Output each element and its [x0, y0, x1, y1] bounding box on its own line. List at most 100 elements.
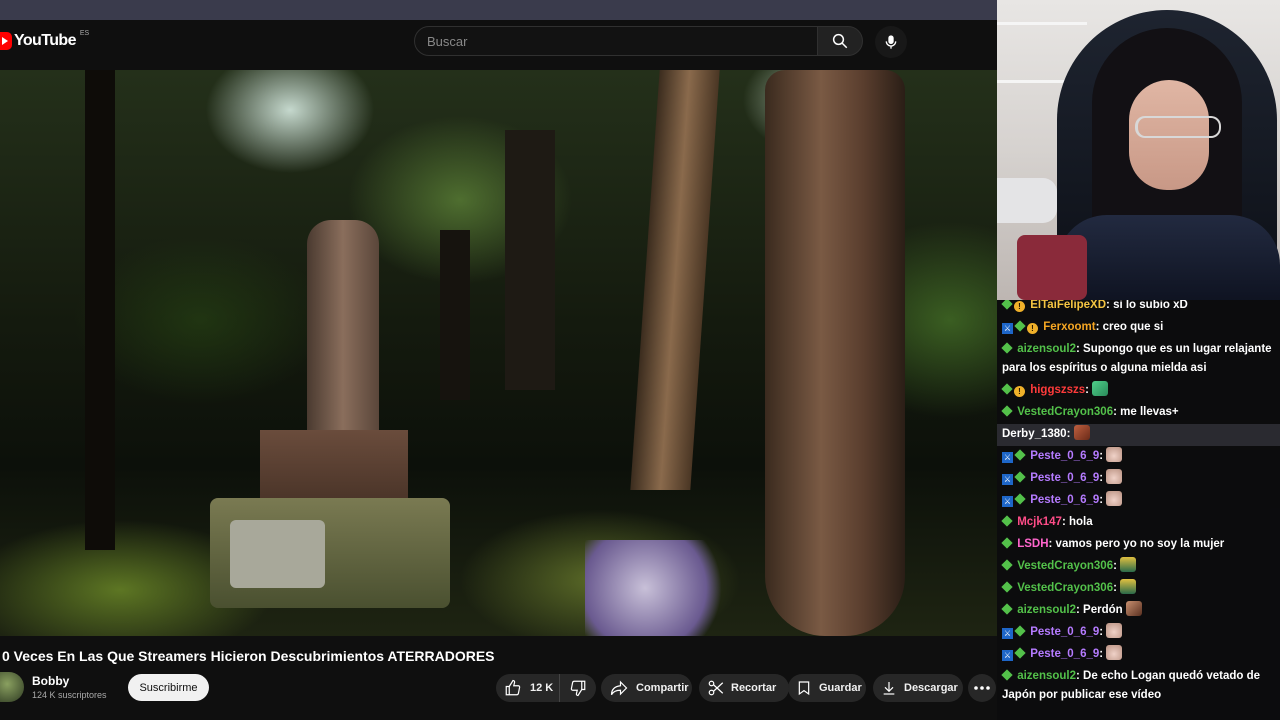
clip-button[interactable]: Recortar [699, 674, 789, 702]
chat-message: ⚔ Peste_0_6_9: [997, 446, 1280, 468]
thumbs-up-icon [505, 679, 521, 696]
chat-username[interactable]: Peste_0_6_9 [1030, 450, 1099, 462]
chat-message: ⚔ Peste_0_6_9: [997, 622, 1280, 644]
webcam-detail [997, 22, 1087, 25]
video-frame-detail [765, 70, 905, 636]
chat-text: hola [1069, 516, 1093, 528]
diamond-badge-icon [1015, 494, 1025, 504]
chat-text: me llevas+ [1120, 406, 1179, 418]
chat-message: ⚔! Ferxoomt: creo que si [1002, 321, 1164, 334]
diamond-badge-icon [1002, 300, 1012, 309]
chat-username[interactable]: aizensoul2 [1017, 343, 1076, 355]
like-count: 12 K [530, 682, 554, 694]
save-button[interactable]: Guardar [788, 674, 866, 702]
chat-username[interactable]: VestedCrayon306 [1017, 406, 1113, 418]
diamond-badge-icon [1002, 670, 1012, 680]
chat-username[interactable]: Peste_0_6_9 [1030, 472, 1099, 484]
thumbs-down-icon [570, 680, 586, 697]
chat-username[interactable]: Derby_1380 [1002, 428, 1067, 440]
diamond-badge-icon [1002, 560, 1012, 570]
diamond-badge-icon [1002, 343, 1012, 353]
clip-label: Recortar [731, 682, 777, 694]
moderator-badge-icon: ⚔ [1002, 323, 1013, 334]
chat-username[interactable]: Mcjk147 [1017, 516, 1062, 528]
video-frame-detail [505, 130, 555, 390]
diamond-badge-icon [1002, 604, 1012, 614]
webcam-detail [1135, 116, 1221, 138]
search-button[interactable] [817, 26, 863, 56]
video-player[interactable] [0, 70, 997, 636]
youtube-play-icon [0, 32, 12, 50]
moderator-badge-icon: ⚔ [1002, 452, 1013, 463]
chat-text: Perdón [1083, 604, 1123, 616]
more-horizontal-icon [974, 686, 990, 690]
chat-message: ! higgszszs: [997, 380, 1280, 402]
chat-message: Mcjk147: hola [997, 512, 1280, 534]
video-frame-detail [230, 520, 325, 588]
diamond-badge-icon [1002, 384, 1012, 394]
youtube-logo[interactable]: YouTube ES [0, 29, 90, 50]
share-button[interactable]: Compartir [601, 674, 692, 702]
chat-message: ! ElTaiFelipeXD: si lo subio xD [997, 300, 1280, 317]
diamond-badge-icon [1015, 450, 1025, 460]
channel-name[interactable]: Bobby [32, 674, 69, 688]
search-input[interactable] [415, 27, 817, 55]
video-frame-detail [260, 430, 408, 502]
chat-username[interactable]: LSDH [1017, 538, 1048, 550]
webcam-detail [1017, 235, 1087, 300]
chat-message: VestedCrayon306: [997, 578, 1280, 600]
chat-message: aizensoul2: De echo Logan quedó vetado d… [1002, 670, 1261, 701]
video-frame-detail [85, 70, 115, 550]
coin-badge-icon: ! [1014, 386, 1025, 397]
chat-username[interactable]: Peste_0_6_9 [1030, 648, 1099, 660]
chat-username[interactable]: higgszszs [1030, 384, 1085, 396]
chat-message: VestedCrayon306: [997, 556, 1280, 578]
download-icon [883, 682, 895, 695]
emote-icon [1120, 557, 1137, 572]
moderator-badge-icon: ⚔ [1002, 650, 1013, 661]
download-label: Descargar [904, 682, 958, 694]
chat-username[interactable]: aizensoul2 [1017, 604, 1076, 616]
chat-username[interactable]: aizensoul2 [1017, 670, 1076, 682]
diamond-badge-icon [1002, 516, 1012, 526]
chat-username[interactable]: ElTaiFelipeXD [1030, 300, 1106, 311]
diamond-badge-icon [1002, 538, 1012, 548]
chat-username[interactable]: VestedCrayon306 [1017, 582, 1113, 594]
chat-message: ⚔ Peste_0_6_9: [997, 644, 1280, 666]
chat-username[interactable]: Peste_0_6_9 [1030, 626, 1099, 638]
download-button[interactable]: Descargar [873, 674, 963, 702]
dislike-button[interactable] [560, 674, 596, 702]
microphone-icon [885, 35, 897, 49]
video-frame-detail [307, 220, 379, 435]
subscribe-button[interactable]: Suscribirme [128, 674, 209, 701]
chat-username[interactable]: Peste_0_6_9 [1030, 494, 1099, 506]
like-button[interactable]: 12 K [496, 674, 560, 702]
diamond-badge-icon [1015, 472, 1025, 482]
emote-icon [1106, 469, 1123, 484]
emote-icon [1092, 381, 1109, 396]
emote-icon [1106, 645, 1123, 660]
more-actions-button[interactable] [968, 674, 996, 702]
chat-message: aizensoul2: Perdón [997, 600, 1280, 622]
moderator-badge-icon: ⚔ [1002, 628, 1013, 639]
chat-username[interactable]: Ferxoomt [1043, 321, 1095, 333]
like-dislike-group: 12 K [496, 674, 596, 702]
country-code: ES [79, 29, 90, 37]
webcam-detail [997, 178, 1057, 223]
video-frame-detail [630, 70, 720, 490]
chat-username[interactable]: VestedCrayon306 [1017, 560, 1113, 572]
diamond-badge-icon [1015, 321, 1025, 331]
chat-message: ⚔ Peste_0_6_9: [997, 468, 1280, 490]
diamond-badge-icon [1015, 626, 1025, 636]
chat-message: LSDH: vamos pero yo no soy la mujer [997, 534, 1280, 556]
channel-avatar[interactable] [0, 672, 24, 702]
emote-icon [1073, 425, 1090, 440]
coin-badge-icon: ! [1014, 301, 1025, 312]
stream-chat: ! ElTaiFelipeXD: si lo subio xD ⚔! Ferxo… [997, 300, 1280, 720]
scissors-icon [708, 680, 724, 696]
video-frame-detail [440, 230, 470, 400]
moderator-badge-icon: ⚔ [1002, 474, 1013, 485]
video-title: 0 Veces En Las Que Streamers Hicieron De… [2, 648, 495, 664]
voice-search-button[interactable] [875, 26, 907, 58]
subscriber-count: 124 K suscriptores [32, 690, 107, 700]
